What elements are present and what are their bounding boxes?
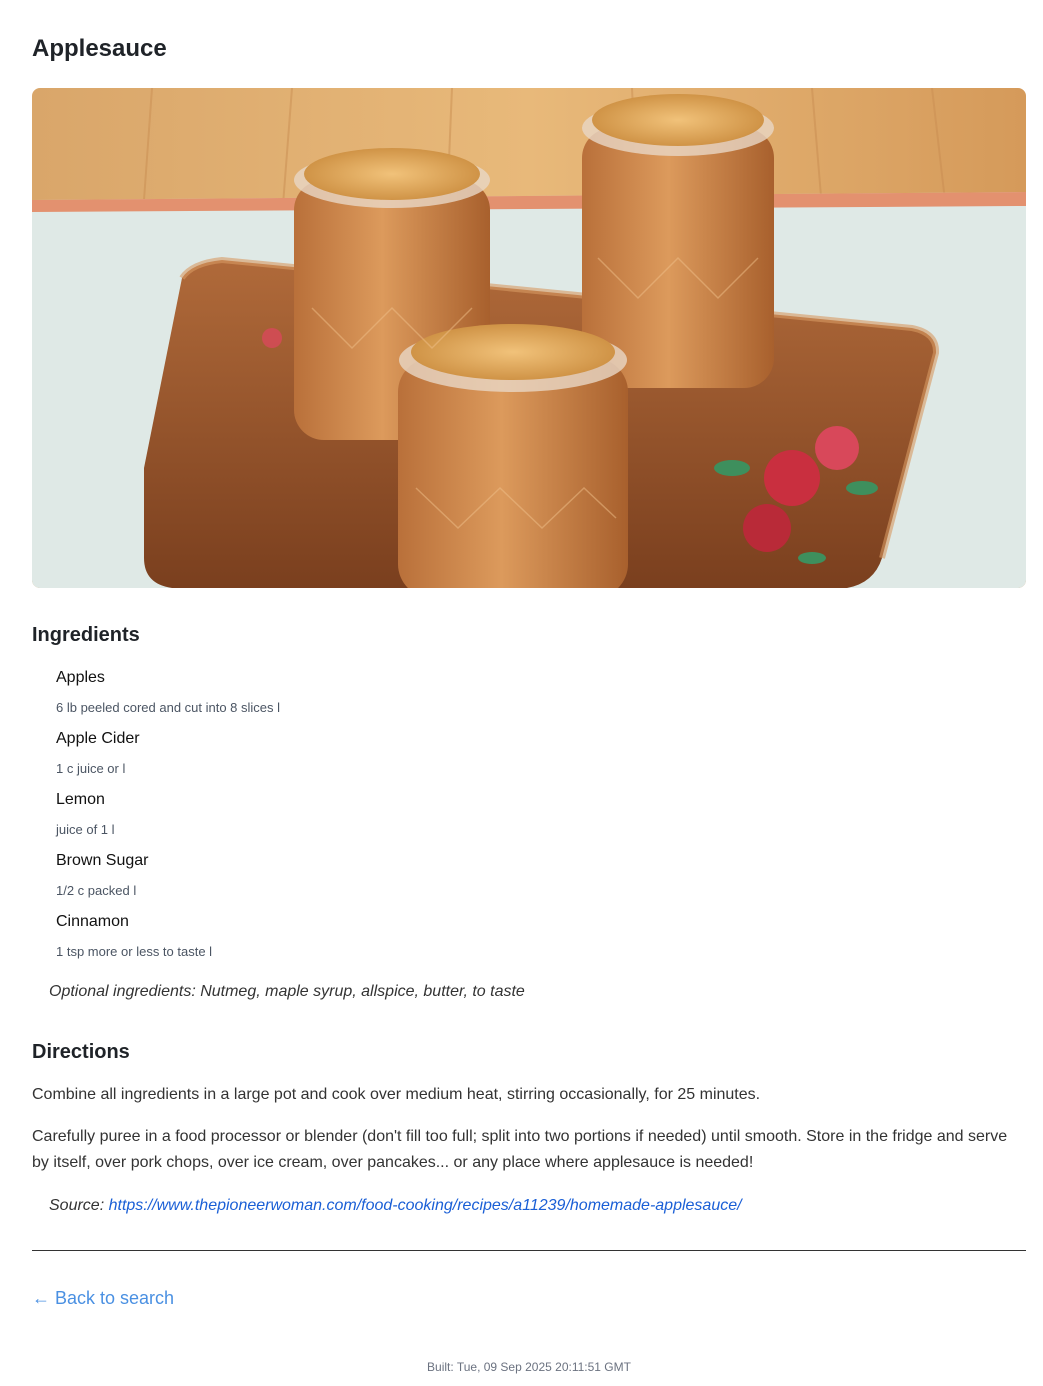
ingredient-name: Brown Sugar bbox=[56, 852, 149, 869]
source-label: Source: bbox=[49, 1197, 105, 1214]
ingredient-item: Apples 6 lb peeled cored and cut into 8 … bbox=[56, 664, 956, 725]
direction-step: Carefully puree in a food processor or b… bbox=[32, 1128, 1008, 1171]
source-link[interactable]: https://www.thepioneerwoman.com/food-coo… bbox=[109, 1197, 742, 1214]
directions-heading: Directions bbox=[32, 1041, 130, 1063]
ingredient-quantity: 1 c juice or l bbox=[56, 761, 126, 776]
ingredient-quantity: 6 lb peeled cored and cut into 8 slices … bbox=[56, 700, 281, 715]
ingredient-quantity: juice of 1 l bbox=[56, 822, 115, 837]
divider bbox=[32, 1250, 1026, 1251]
back-to-search-link[interactable]: ← Back to search bbox=[32, 1287, 174, 1309]
build-timestamp: Built: Tue, 09 Sep 2025 20:11:51 GMT bbox=[427, 1360, 631, 1374]
ingredient-quantity: 1/2 c packed l bbox=[56, 883, 137, 898]
ingredient-quantity: 1 tsp more or less to taste l bbox=[56, 944, 213, 959]
source-line: Source: https://www.thepioneerwoman.com/… bbox=[49, 1196, 742, 1216]
optional-ingredients-note: Optional ingredients: Nutmeg, maple syru… bbox=[49, 983, 525, 1000]
ingredient-item: Lemon juice of 1 l bbox=[56, 786, 956, 847]
ingredient-item: Brown Sugar 1/2 c packed l bbox=[56, 847, 956, 908]
page-title: Applesauce bbox=[32, 35, 167, 62]
ingredient-name: Lemon bbox=[56, 791, 105, 808]
direction-step: Combine all ingredients in a large pot a… bbox=[32, 1086, 761, 1103]
ingredient-name: Apples bbox=[56, 669, 105, 686]
ingredient-item: Cinnamon 1 tsp more or less to taste l bbox=[56, 908, 956, 969]
recipe-image bbox=[32, 88, 1026, 588]
ingredient-name: Apple Cider bbox=[56, 730, 140, 747]
ingredient-name: Cinnamon bbox=[56, 913, 129, 930]
ingredients-heading: Ingredients bbox=[32, 624, 140, 646]
ingredient-list: Apples 6 lb peeled cored and cut into 8 … bbox=[56, 664, 956, 969]
ingredient-item: Apple Cider 1 c juice or l bbox=[56, 725, 956, 786]
